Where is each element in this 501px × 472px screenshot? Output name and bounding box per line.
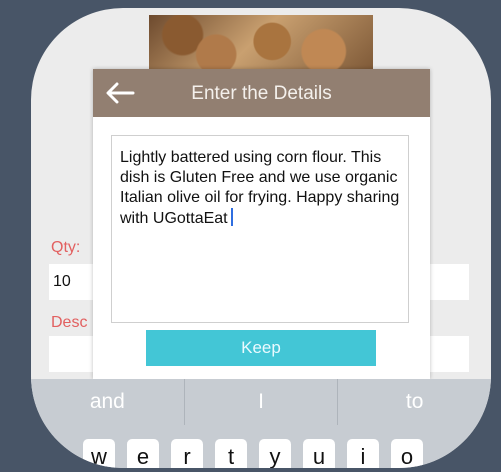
suggestion-and[interactable]: and (31, 379, 185, 425)
keyboard-top-row: w e r t y u i o (31, 425, 491, 468)
suggestion-to[interactable]: to (338, 379, 491, 425)
key-t[interactable]: t (215, 439, 247, 468)
details-textarea[interactable]: Lightly battered using corn flour. This … (111, 135, 409, 323)
phone-screen: Qty: 10 Desc Enter the Details Lightly b… (31, 8, 491, 468)
dialog-header: Enter the Details (93, 69, 430, 117)
details-text: Lightly battered using corn flour. This … (120, 149, 400, 227)
qty-label: Qty: (51, 239, 81, 256)
key-r[interactable]: r (171, 439, 203, 468)
suggestion-i[interactable]: I (185, 379, 339, 425)
details-dialog: Enter the Details Lightly battered using… (93, 69, 430, 379)
desc-label: Desc (51, 314, 88, 331)
key-e[interactable]: e (127, 439, 159, 468)
text-caret (230, 208, 233, 226)
key-w[interactable]: w (83, 439, 115, 468)
key-o[interactable]: o (391, 439, 423, 468)
key-i[interactable]: i (347, 439, 379, 468)
key-u[interactable]: u (303, 439, 335, 468)
predictive-text-bar: and I to (31, 379, 491, 425)
dialog-title: Enter the Details (191, 83, 332, 104)
key-y[interactable]: y (259, 439, 291, 468)
keep-button[interactable]: Keep (146, 330, 376, 366)
